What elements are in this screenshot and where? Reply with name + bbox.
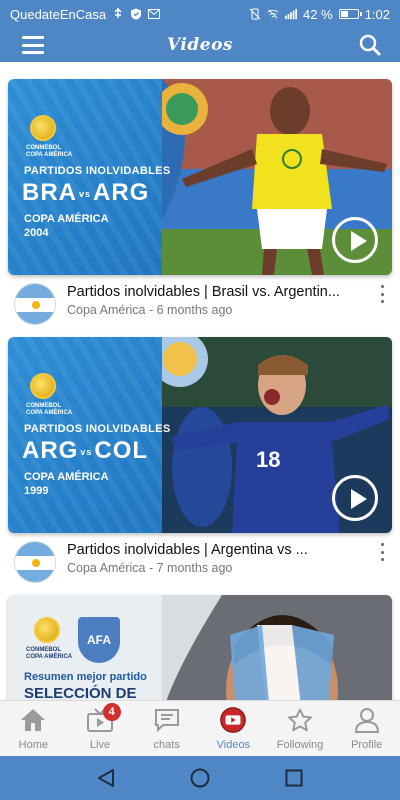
thumbnail-subtitle: Resumen mejor partido <box>24 671 147 683</box>
nav-chats[interactable]: chats <box>133 701 200 756</box>
video-thumbnail[interactable]: 18 CONMEBOL COPA AMÉRICA PARTIDOS INOLVI… <box>8 337 392 533</box>
thumbnail-year: 1999 <box>24 485 49 497</box>
battery-icon <box>338 9 362 19</box>
video-title[interactable]: Partidos inolvidables | Argentina vs ... <box>67 541 367 559</box>
nav-label: Following <box>276 739 324 751</box>
video-subtitle: Copa América - 6 months ago <box>67 303 233 317</box>
thumbnail-subtitle: PARTIDOS INOLVIDABLES <box>24 165 171 177</box>
chat-icon <box>153 707 181 733</box>
battery-percent: 42 % <box>303 6 333 22</box>
copa-america-trophy-icon <box>30 373 56 399</box>
thumbnail-photo <box>162 595 392 700</box>
thumbnail-competition: COPA AMÉRICA <box>24 471 109 483</box>
thumbnail-headline: SELECCIÓN DE <box>24 685 137 700</box>
nav-label: Live <box>89 739 111 751</box>
menu-icon[interactable] <box>22 36 44 54</box>
nav-live[interactable]: 4 Live <box>67 701 134 756</box>
nav-home[interactable]: Home <box>0 701 67 756</box>
thumbnail-teams: BRA vsARG <box>22 179 150 206</box>
youtube-icon <box>219 707 247 733</box>
video-card[interactable]: CONMEBOL COPA AMÉRICA AFA Resumen mejor … <box>8 595 392 700</box>
nav-label: Home <box>18 739 48 751</box>
home-circle-icon[interactable] <box>189 767 211 789</box>
page-title: Videos <box>167 35 233 55</box>
usb-icon <box>112 8 124 20</box>
person-icon <box>353 707 381 733</box>
video-feed[interactable]: CONMEBOL COPA AMÉRICA PARTIDOS INOLVIDAB… <box>0 62 400 700</box>
mail-icon <box>148 8 161 20</box>
channel-name: Copa América <box>67 561 146 575</box>
bottom-navigation: Home 4 Live chats Videos Following Profi… <box>0 700 400 756</box>
star-icon <box>286 707 314 733</box>
play-icon[interactable] <box>332 475 378 521</box>
video-thumbnail[interactable]: CONMEBOL COPA AMÉRICA PARTIDOS INOLVIDAB… <box>8 79 392 275</box>
afa-crest-icon: AFA <box>78 617 120 663</box>
vibrate-off-icon <box>249 8 261 20</box>
more-options-icon[interactable] <box>378 285 386 303</box>
nav-label: Videos <box>216 739 251 751</box>
channel-name: Copa América <box>67 303 146 317</box>
video-card[interactable]: CONMEBOL COPA AMÉRICA PARTIDOS INOLVIDAB… <box>8 79 392 325</box>
more-options-icon[interactable] <box>378 543 386 561</box>
nav-label: chats <box>153 739 180 751</box>
nav-videos[interactable]: Videos <box>200 701 267 756</box>
video-title[interactable]: Partidos inolvidables | Brasil vs. Argen… <box>67 283 367 301</box>
status-bar: QuedateEnCasa 42 % 1:02 <box>0 0 400 28</box>
clock: 1:02 <box>364 6 390 22</box>
copa-america-trophy-icon <box>30 115 56 141</box>
recents-icon[interactable] <box>283 767 305 789</box>
thumbnail-competition: COPA AMÉRICA <box>24 213 109 225</box>
copa-america-trophy-icon <box>34 617 60 643</box>
video-age: 6 months ago <box>156 303 233 317</box>
thumbnail-subtitle: PARTIDOS INOLVIDABLES <box>24 423 171 435</box>
notification-badge: 4 <box>102 703 121 721</box>
wifi-off-icon <box>267 8 279 20</box>
thumbnail-year: 2004 <box>24 227 49 239</box>
home-icon <box>19 707 47 733</box>
video-subtitle: Copa América - 7 months ago <box>67 561 233 575</box>
video-age: 7 months ago <box>156 561 233 575</box>
app-bar: Videos <box>0 28 400 62</box>
search-icon[interactable] <box>358 33 382 57</box>
nav-following[interactable]: Following <box>267 701 334 756</box>
brand-logo-text: CONMEBOL COPA AMÉRICA <box>26 145 73 158</box>
thumbnail-teams: ARG vsCOL <box>22 437 149 464</box>
brand-logo-text: CONMEBOL COPA AMÉRICA <box>26 647 73 660</box>
nav-profile[interactable]: Profile <box>333 701 400 756</box>
back-icon[interactable] <box>95 767 117 789</box>
svg-text:18: 18 <box>256 447 280 472</box>
video-meta: Partidos inolvidables | Brasil vs. Argen… <box>8 275 392 325</box>
carrier-label: QuedateEnCasa <box>10 6 107 22</box>
play-icon[interactable] <box>332 217 378 263</box>
nav-label: Profile <box>351 739 383 751</box>
brand-logo-text: CONMEBOL COPA AMÉRICA <box>26 403 73 416</box>
signal-icon <box>285 8 298 20</box>
video-thumbnail[interactable]: CONMEBOL COPA AMÉRICA AFA Resumen mejor … <box>8 595 392 700</box>
video-card[interactable]: 18 CONMEBOL COPA AMÉRICA PARTIDOS INOLVI… <box>8 337 392 583</box>
channel-avatar[interactable] <box>14 283 56 325</box>
shield-icon <box>130 8 142 20</box>
system-navigation-bar <box>0 756 400 800</box>
channel-avatar[interactable] <box>14 541 56 583</box>
video-meta: Partidos inolvidables | Argentina vs ...… <box>8 533 392 583</box>
